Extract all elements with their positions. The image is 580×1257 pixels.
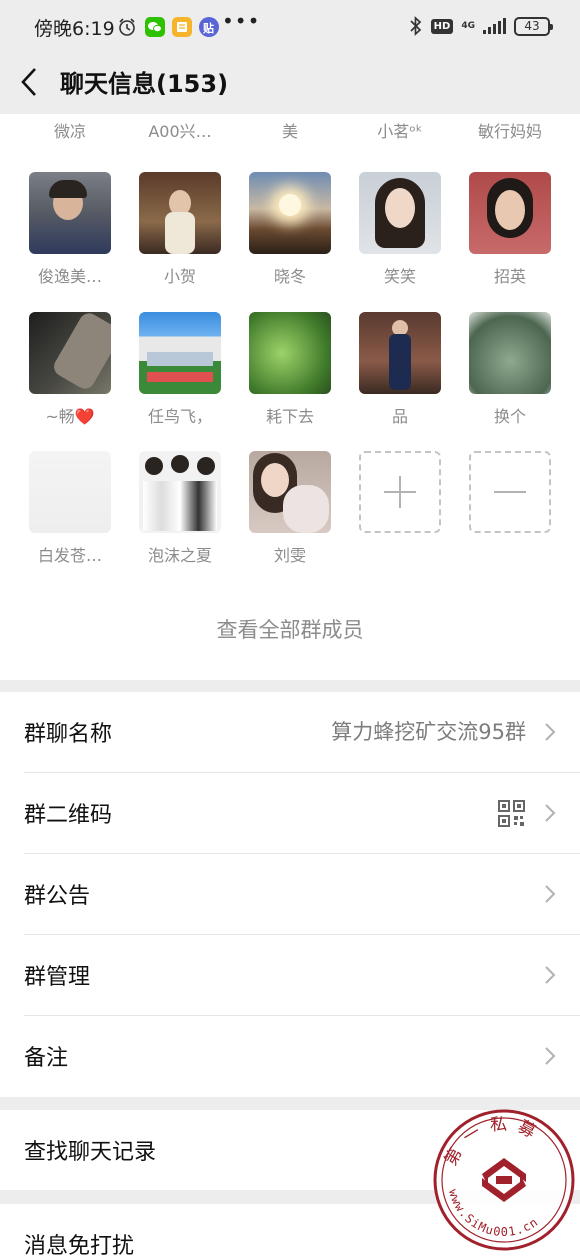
member-name: 白发苍…: [37, 546, 102, 565]
status-time: 傍晚6:19: [34, 18, 115, 40]
member-name: 小茗ᵒᵏ: [377, 122, 423, 141]
more-notifications-indicator: •••: [222, 9, 261, 33]
member-avatar: [29, 451, 111, 533]
member-name: 耗下去: [265, 407, 314, 426]
member-item[interactable]: 小茗ᵒᵏ: [350, 118, 450, 142]
member-name: 招英: [493, 267, 526, 286]
chevron-right-icon: [545, 723, 556, 741]
member-name: 俊逸美…: [37, 267, 102, 286]
chevron-right-icon: [545, 1047, 556, 1065]
network-type: 4G: [461, 20, 475, 31]
member-name: 小贺: [163, 267, 196, 286]
group-qr-row[interactable]: 群二维码: [24, 773, 580, 854]
member-name: 品: [391, 407, 408, 426]
group-notice-label: 群公告: [24, 884, 91, 909]
member-name: ~畅❤️: [45, 407, 95, 426]
member-avatar: [139, 172, 221, 254]
hd-voice-badge: HD: [430, 18, 454, 34]
member-item[interactable]: 换个: [460, 312, 560, 427]
search-chat-history-label: 查找聊天记录: [24, 1140, 157, 1165]
member-avatar: [249, 451, 331, 533]
member-name: 换个: [493, 407, 526, 426]
alarm-clock-icon: [119, 18, 135, 36]
member-avatar: [29, 172, 111, 254]
plus-icon[interactable]: [359, 451, 441, 533]
tieba-app-icon: 贴: [199, 17, 219, 37]
status-bar: 傍晚6:19 贴 ••• HD 4G 43: [0, 0, 580, 52]
watermark-seal: 第一私募 www.SiMu001.cn: [433, 1109, 575, 1251]
battery-indicator: 43: [514, 16, 553, 36]
member-name: 微凉: [53, 122, 86, 141]
member-item[interactable]: 刘雯: [240, 451, 340, 566]
member-name: 晓冬: [273, 267, 306, 286]
chevron-right-icon: [545, 804, 556, 822]
member-avatar: [29, 312, 111, 394]
member-grid: 微凉 A00兴… 美 小茗ᵒᵏ 敏行妈妈 俊逸美… 小贺 晓冬 笑笑 招英 ~畅…: [0, 114, 580, 680]
member-name: 笑笑: [383, 267, 416, 286]
member-avatar: [359, 312, 441, 394]
member-name: 美: [281, 122, 298, 141]
member-item[interactable]: 小贺: [130, 172, 230, 287]
member-avatar: [359, 172, 441, 254]
view-all-members-link[interactable]: 查看全部群成员: [0, 614, 580, 644]
member-name: A00兴…: [148, 122, 212, 141]
member-item[interactable]: 敏行妈妈: [460, 118, 560, 142]
chevron-right-icon: [545, 966, 556, 984]
member-item[interactable]: 美: [240, 118, 340, 142]
group-name-value: 算力蜂挖矿交流95群: [331, 720, 526, 744]
minus-icon[interactable]: [469, 451, 551, 533]
member-item[interactable]: 俊逸美…: [20, 172, 120, 287]
group-name-row[interactable]: 群聊名称 算力蜂挖矿交流95群: [24, 692, 580, 773]
notes-app-icon: [172, 17, 192, 37]
member-avatar: [469, 312, 551, 394]
chevron-left-icon[interactable]: [14, 62, 48, 102]
group-settings-list: 群聊名称 算力蜂挖矿交流95群 群二维码 群公告 群管理 备注: [0, 692, 580, 1097]
member-item[interactable]: 泡沫之夏: [130, 451, 230, 566]
member-item[interactable]: 微凉: [20, 118, 120, 142]
remove-member-button[interactable]: [460, 451, 560, 533]
bluetooth-icon: [410, 16, 421, 36]
add-member-button[interactable]: [350, 451, 450, 533]
member-item[interactable]: 品: [350, 312, 450, 427]
member-name: 任鸟飞，: [147, 407, 212, 426]
member-avatar: [139, 451, 221, 533]
member-name: 泡沫之夏: [147, 546, 212, 565]
member-item[interactable]: 耗下去: [240, 312, 340, 427]
member-name: 刘雯: [273, 546, 306, 565]
chevron-right-icon: [545, 885, 556, 903]
group-name-label: 群聊名称: [24, 722, 113, 747]
member-item[interactable]: 招英: [460, 172, 560, 287]
member-item[interactable]: ~畅❤️: [20, 312, 120, 427]
qr-code-icon: [498, 800, 525, 827]
group-manage-label: 群管理: [24, 965, 91, 990]
member-avatar: [139, 312, 221, 394]
member-avatar: [249, 172, 331, 254]
member-avatar: [469, 172, 551, 254]
signal-strength-icon: [483, 18, 506, 34]
member-item[interactable]: A00兴…: [130, 118, 230, 142]
group-qr-label: 群二维码: [24, 803, 113, 828]
navigation-bar: 聊天信息(153): [0, 52, 580, 114]
wechat-icon: [145, 17, 165, 37]
member-item[interactable]: 笑笑: [350, 172, 450, 287]
page-title: 聊天信息(153): [60, 70, 229, 98]
mute-notifications-label: 消息免打扰: [24, 1234, 135, 1257]
member-item[interactable]: 晓冬: [240, 172, 340, 287]
group-remark-label: 备注: [24, 1046, 69, 1071]
member-item[interactable]: 任鸟飞，: [130, 312, 230, 427]
group-remark-row[interactable]: 备注: [24, 1016, 580, 1097]
member-avatar: [249, 312, 331, 394]
group-notice-row[interactable]: 群公告: [24, 854, 580, 935]
svg-text:贴: 贴: [202, 21, 214, 35]
group-manage-row[interactable]: 群管理: [24, 935, 580, 1016]
member-name: 敏行妈妈: [477, 122, 542, 141]
member-item[interactable]: 白发苍…: [20, 451, 120, 566]
